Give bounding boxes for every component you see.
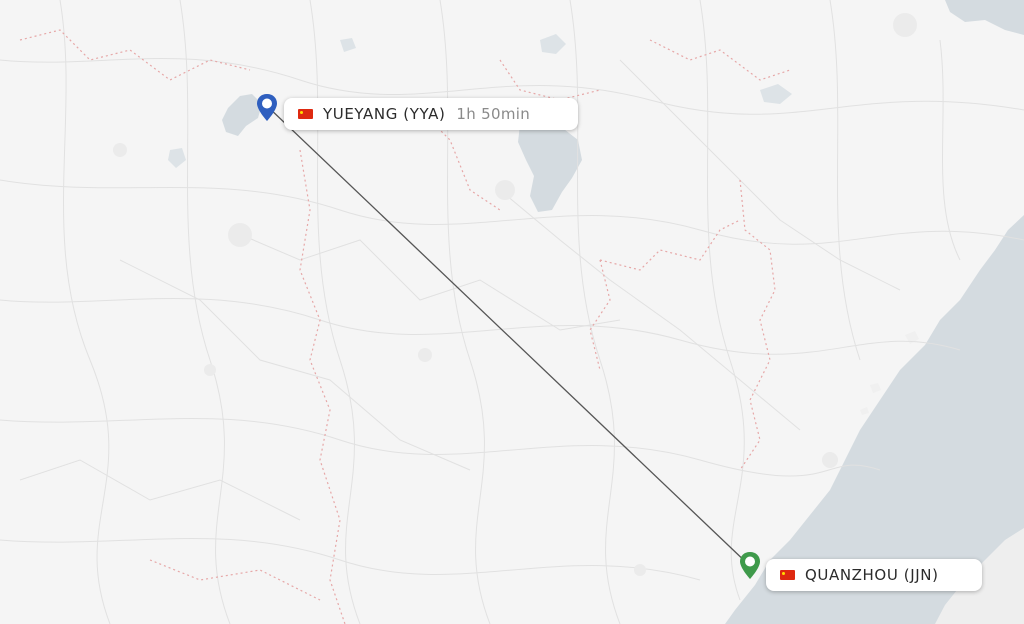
origin-airport-callout[interactable]: YUEYANG (YYA) 1h 50min xyxy=(284,98,578,130)
origin-airport-label: YUEYANG (YYA) xyxy=(323,105,446,123)
flight-duration: 1h 50min xyxy=(456,105,531,123)
china-flag-icon xyxy=(298,109,313,119)
destination-airport-callout[interactable]: QUANZHOU (JJN) xyxy=(766,559,982,591)
origin-map-pin-icon[interactable] xyxy=(255,93,279,123)
map-base xyxy=(0,0,1024,624)
destination-airport-label: QUANZHOU (JJN) xyxy=(805,566,939,584)
map-view[interactable]: YUEYANG (YYA) 1h 50min QUANZHOU (JJN) xyxy=(0,0,1024,624)
destination-map-pin-icon[interactable] xyxy=(738,551,762,581)
china-flag-icon xyxy=(780,570,795,580)
